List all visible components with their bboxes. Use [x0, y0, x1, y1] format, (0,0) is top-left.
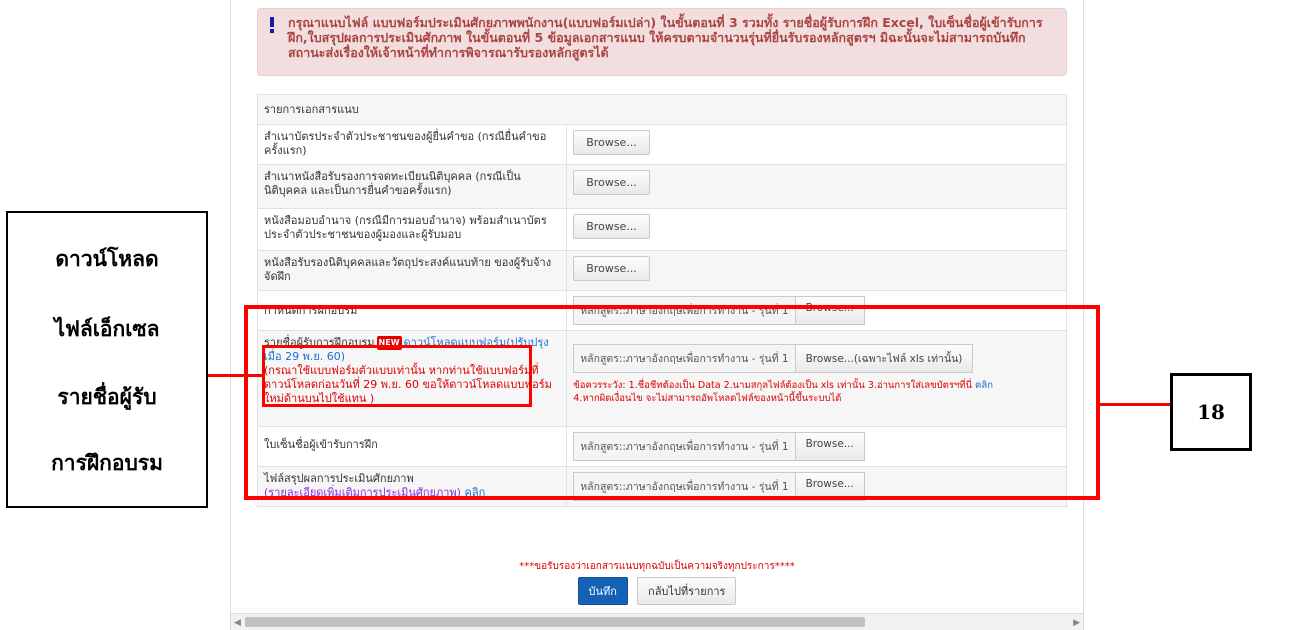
inner-highlight-bottom — [262, 404, 532, 407]
warning-text-2: 4.หากผิดเงื่อนไข จะไม่สามารถอัพโหลดไฟล์ข… — [573, 393, 842, 404]
highlight-box-top — [244, 305, 1100, 309]
scroll-right-icon[interactable]: ▶ — [1073, 618, 1080, 628]
row-label: ใบเซ็นชื่อผู้เข้ารับการฝึก — [256, 426, 568, 467]
confirmation-text: ***ขอรับรองว่าเอกสารแนบทุกฉบับเป็นความจร… — [519, 561, 795, 572]
attachments-table: รายการเอกสารแนบ สำเนาบัตรประจำตัวประชาชน… — [256, 94, 1067, 507]
file-input[interactable]: หลักสูตร::ภาษาอังกฤษเพื่อการทำงาน - รุ่น… — [573, 296, 865, 325]
connector-right — [1100, 403, 1170, 406]
file-input[interactable]: หลักสูตร::ภาษาอังกฤษเพื่อการทำงาน - รุ่น… — [573, 432, 865, 461]
scroll-thumb[interactable] — [245, 617, 865, 627]
exclamation-icon — [268, 17, 276, 33]
form-actions: บันทึก กลับไปที่รายการ — [231, 577, 1083, 605]
inner-highlight-right — [529, 345, 532, 407]
browse-button[interactable]: Browse... — [795, 297, 864, 324]
back-to-list-button[interactable]: กลับไปที่รายการ — [637, 577, 737, 605]
inner-highlight-top — [262, 345, 532, 348]
file-input[interactable]: หลักสูตร::ภาษาอังกฤษเพื่อการทำงาน - รุ่น… — [573, 344, 974, 373]
warning-text: ข้อควรระวัง: 1.ชื่อชีทต้องเป็น Data 2.นา… — [573, 380, 973, 391]
browse-button[interactable]: Browse... — [573, 256, 650, 281]
alert-text: กรุณาแนบไฟล์ แบบฟอร์มประเมินศักยภาพพนักง… — [288, 15, 1043, 60]
warning-note: ข้อควรระวัง: 1.ชื่อชีทต้องเป็น Data 2.นา… — [573, 379, 1060, 405]
browse-xls-button[interactable]: Browse...(เฉพาะไฟล์ xls เท่านั้น) — [795, 345, 973, 372]
callout-line: ไฟล์เอ็กเซล — [54, 316, 160, 341]
row-label: หนังสือมอบอำนาจ (กรณีมีการมอบอำนาจ) พร้อ… — [256, 208, 568, 251]
row-label: สำเนาบัตรประจำตัวประชาชนของผู้ยื่นคำขอ (… — [256, 124, 568, 165]
row-label: สำเนาหนังสือรับรองการจดทะเบียนนิติบุคคล … — [256, 164, 568, 209]
browse-button[interactable]: Browse... — [573, 170, 650, 195]
table-header: รายการเอกสารแนบ — [257, 94, 1067, 125]
scroll-left-icon[interactable]: ◀ — [234, 618, 241, 628]
browse-button[interactable]: Browse... — [573, 214, 650, 239]
save-button[interactable]: บันทึก — [577, 577, 628, 605]
course-text: หลักสูตร::ภาษาอังกฤษเพื่อการทำงาน - รุ่น… — [574, 345, 796, 372]
id-info-link[interactable]: คลิก — [975, 380, 993, 391]
row-label: กำหนดการฝึกอบรม — [256, 290, 568, 331]
row-label: ไฟล์สรุปผลการประเมินศักยภาพ — [264, 472, 414, 485]
callout-left: ดาวน์โหลด ไฟล์เอ็กเซล รายชื่อผู้รับ การฝ… — [6, 211, 208, 508]
callout-number: 18 — [1170, 373, 1252, 451]
browse-button[interactable]: Browse... — [573, 130, 650, 155]
course-text: หลักสูตร::ภาษาอังกฤษเพื่อการทำงาน - รุ่น… — [574, 433, 796, 460]
browser-viewport: กรุณาแนบไฟล์ แบบฟอร์มประเมินศักยภาพพนักง… — [230, 0, 1084, 630]
horizontal-scrollbar[interactable]: ◀ ▶ — [231, 613, 1083, 630]
highlight-box-left — [244, 305, 248, 500]
highlight-box-bottom — [244, 496, 1100, 500]
browse-button[interactable]: Browse... — [795, 433, 864, 460]
row-label: หนังสือรับรองนิติบุคคลและวัตถุประสงค์แนบ… — [256, 250, 568, 291]
course-text: หลักสูตร::ภาษาอังกฤษเพื่อการทำงาน - รุ่น… — [574, 297, 796, 324]
form-note: (กรณาใช้แบบฟอร์มตัวแบบเท่านั้น หากท่านใช… — [264, 364, 552, 405]
callout-line: ดาวน์โหลด — [55, 246, 159, 271]
callout-line: การฝึกอบรม — [51, 450, 163, 475]
callout-line: รายชื่อผู้รับ — [57, 384, 157, 409]
warning-alert: กรุณาแนบไฟล์ แบบฟอร์มประเมินศักยภาพพนักง… — [257, 8, 1067, 76]
connector-left — [208, 374, 264, 377]
